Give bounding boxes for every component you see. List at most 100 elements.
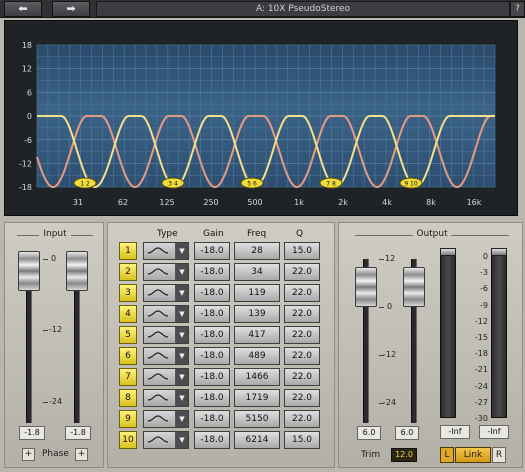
gain-field[interactable]: -18.0 [194, 347, 230, 365]
freq-field[interactable]: 28 [234, 242, 280, 260]
q-field[interactable]: 22.0 [284, 284, 320, 302]
chevron-down-icon: ▼ [175, 432, 188, 448]
input-right-fader-handle[interactable] [66, 251, 88, 291]
band-enable-button[interactable]: 7 [119, 368, 137, 386]
filter-type-select[interactable]: ▼ [143, 305, 189, 323]
q-field[interactable]: 22.0 [284, 410, 320, 428]
filter-type-select[interactable]: ▼ [143, 368, 189, 386]
y-axis-label: 12 [22, 65, 32, 74]
y-axis-label: 6 [27, 88, 32, 97]
eq-curve-display[interactable]: 181260-6-12-18 31 62 125 250 500 1k 2k 4k 8k 16k … [5, 21, 517, 215]
eq-graph[interactable]: 18 12 6 0 -6 -12 -18 31 62 125 250 500 1k 2k 4k 8k 16k … [4, 20, 518, 216]
meter-scale-label: -27 [474, 397, 488, 407]
meter-left-peak[interactable]: -Inf [440, 425, 470, 439]
q-field[interactable]: 22.0 [284, 389, 320, 407]
band-marker[interactable]: 7 8 [319, 177, 343, 189]
filter-type-select[interactable]: ▼ [143, 431, 189, 449]
meter-clip-indicator[interactable] [440, 248, 456, 256]
band-row: 2 ▼ -18.0 34 22.0 [119, 262, 325, 281]
freq-field[interactable]: 6214 [234, 431, 280, 449]
filter-type-select[interactable]: ▼ [143, 389, 189, 407]
freq-field[interactable]: 119 [234, 284, 280, 302]
band-marker[interactable]: 9 10 [399, 177, 423, 189]
freq-field[interactable]: 417 [234, 326, 280, 344]
phase-right-button[interactable]: + [75, 448, 88, 461]
gain-field[interactable]: -18.0 [194, 284, 230, 302]
output-meter-right [491, 248, 507, 418]
output-right-value[interactable]: 6.0 [395, 426, 419, 440]
freq-field[interactable]: 1466 [234, 368, 280, 386]
band-enable-button[interactable]: 3 [119, 284, 137, 302]
freq-field[interactable]: 489 [234, 347, 280, 365]
preset-name-field[interactable]: A: 10X PseudoStereo [96, 1, 510, 17]
freq-header: Freq [247, 229, 267, 239]
band-marker[interactable]: 1 2 [73, 177, 97, 189]
right-channel-button[interactable]: R [492, 447, 506, 463]
band-enable-button[interactable]: 10 [119, 431, 137, 449]
band-marker-label: 7 8 [326, 181, 336, 188]
meter-scale-label: -9 [480, 300, 488, 310]
output-left-value[interactable]: 6.0 [357, 426, 381, 440]
q-field[interactable]: 22.0 [284, 263, 320, 281]
link-button[interactable]: Link [455, 447, 491, 463]
filter-type-select[interactable]: ▼ [143, 410, 189, 428]
freq-field[interactable]: 1719 [234, 389, 280, 407]
meter-scale-label: -21 [474, 365, 488, 375]
band-enable-button[interactable]: 2 [119, 263, 137, 281]
input-right-value[interactable]: -1.8 [65, 426, 91, 440]
gain-field[interactable]: -18.0 [194, 242, 230, 260]
freq-field[interactable]: 139 [234, 305, 280, 323]
q-field[interactable]: 22.0 [284, 326, 320, 344]
previous-preset-button[interactable]: ⬅ [4, 1, 42, 17]
freq-field[interactable]: 5150 [234, 410, 280, 428]
q-field[interactable]: 15.0 [284, 242, 320, 260]
gain-field[interactable]: -18.0 [194, 389, 230, 407]
band-marker[interactable]: 3 4 [161, 177, 185, 189]
gain-field[interactable]: -18.0 [194, 326, 230, 344]
next-preset-button[interactable]: ➡ [52, 1, 90, 17]
band-marker[interactable]: 5 6 [240, 177, 264, 189]
q-field[interactable]: 22.0 [284, 305, 320, 323]
band-enable-button[interactable]: 1 [119, 242, 137, 260]
phase-left-button[interactable]: + [22, 448, 35, 461]
gain-field[interactable]: -18.0 [194, 305, 230, 323]
band-enable-button[interactable]: 9 [119, 410, 137, 428]
meter-scale-label: 0 [482, 252, 488, 261]
bell-filter-icon [147, 436, 169, 443]
output-right-fader-handle[interactable] [403, 267, 425, 307]
q-field[interactable]: 15.0 [284, 431, 320, 449]
input-left-fader-handle[interactable] [18, 251, 40, 291]
q-field[interactable]: 22.0 [284, 347, 320, 365]
gain-field[interactable]: -18.0 [194, 431, 230, 449]
gain-field[interactable]: -18.0 [194, 263, 230, 281]
gain-field[interactable]: -18.0 [194, 410, 230, 428]
output-scale-minus24: -24 [383, 398, 397, 407]
scale-tick [43, 402, 48, 403]
scale-tick [43, 259, 48, 260]
meter-right-peak[interactable]: -Inf [479, 425, 509, 439]
meter-clip-indicator[interactable] [491, 248, 507, 256]
x-axis-label: 16k [467, 198, 482, 207]
help-button[interactable]: ? [510, 1, 525, 17]
band-enable-button[interactable]: 5 [119, 326, 137, 344]
q-field[interactable]: 22.0 [284, 368, 320, 386]
filter-type-select[interactable]: ▼ [143, 263, 189, 281]
divider-line [17, 235, 39, 236]
filter-type-select[interactable]: ▼ [143, 284, 189, 302]
band-row: 10 ▼ -18.0 6214 15.0 [119, 430, 325, 449]
gain-field[interactable]: -18.0 [194, 368, 230, 386]
filter-type-select[interactable]: ▼ [143, 347, 189, 365]
left-channel-button[interactable]: L [440, 447, 454, 463]
x-axis-label: 8k [426, 198, 436, 207]
trim-label: Trim [361, 450, 381, 460]
y-axis-label: 0 [27, 112, 32, 121]
band-enable-button[interactable]: 6 [119, 347, 137, 365]
scale-tick [379, 259, 384, 260]
output-left-fader-handle[interactable] [355, 267, 377, 307]
filter-type-select[interactable]: ▼ [143, 242, 189, 260]
band-enable-button[interactable]: 4 [119, 305, 137, 323]
input-left-value[interactable]: -1.8 [19, 426, 45, 440]
band-enable-button[interactable]: 8 [119, 389, 137, 407]
filter-type-select[interactable]: ▼ [143, 326, 189, 344]
freq-field[interactable]: 34 [234, 263, 280, 281]
